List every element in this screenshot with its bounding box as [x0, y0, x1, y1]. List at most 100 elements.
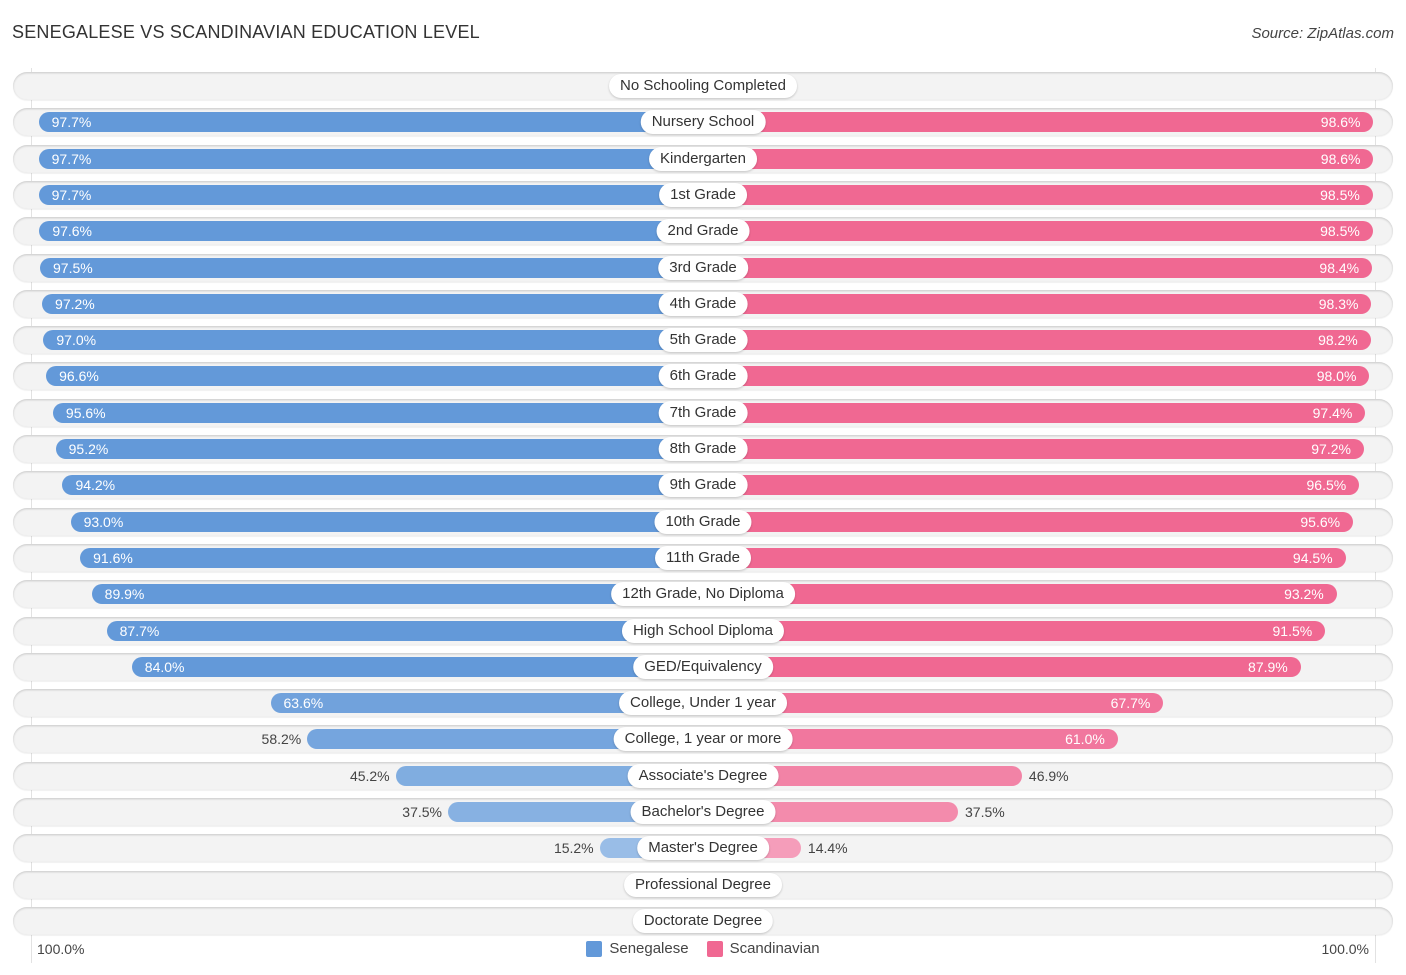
value-label-senegalese: 87.7%: [119, 622, 160, 639]
category-label: Doctorate Degree: [632, 908, 774, 933]
value-label-scandinavian: 91.5%: [1272, 622, 1313, 639]
bar-scandinavian[interactable]: [703, 112, 1374, 133]
bar-senegalese[interactable]: [38, 148, 703, 169]
category-label: GED/Equivalency: [633, 654, 773, 679]
value-label-senegalese: 97.2%: [55, 295, 95, 312]
value-label-senegalese: 97.0%: [56, 332, 97, 349]
value-label-senegalese: 84.0%: [144, 658, 185, 675]
category-label: Associate's Degree: [627, 763, 779, 788]
bar-scandinavian[interactable]: [703, 366, 1370, 387]
value-label-senegalese: 94.2%: [75, 477, 116, 494]
bar-scandinavian[interactable]: [703, 257, 1373, 278]
value-label-scandinavian: 67.7%: [1110, 695, 1151, 712]
value-label-senegalese: 97.7%: [51, 150, 92, 167]
category-label: Professional Degree: [624, 872, 782, 897]
bar-senegalese[interactable]: [62, 475, 703, 496]
bar-scandinavian[interactable]: [703, 402, 1366, 423]
bar-senegalese[interactable]: [39, 221, 703, 242]
chart-area: 2.3%1.5%No Schooling Completed97.7%98.6%…: [0, 0, 1406, 975]
category-label: 2nd Grade: [656, 219, 750, 244]
bar-scandinavian[interactable]: [703, 148, 1374, 169]
category-label: 10th Grade: [654, 509, 752, 534]
legend-swatch-senegalese: [586, 940, 603, 957]
value-label-scandinavian: 94.5%: [1292, 549, 1333, 566]
category-label: 1st Grade: [659, 182, 747, 207]
bar-scandinavian[interactable]: [703, 511, 1354, 532]
legend-item-senegalese[interactable]: Senegalese: [586, 940, 689, 957]
value-label-senegalese: 45.2%: [349, 767, 390, 784]
bar-senegalese[interactable]: [43, 330, 703, 351]
category-label: 6th Grade: [658, 364, 748, 389]
value-label-senegalese: 15.2%: [553, 840, 594, 857]
category-label: Kindergarten: [649, 146, 757, 171]
bar-scandinavian[interactable]: [703, 656, 1301, 677]
legend-item-scandinavian[interactable]: Scandinavian: [706, 940, 820, 957]
category-label: Nursery School: [640, 110, 766, 135]
category-label: 12th Grade, No Diploma: [611, 582, 795, 607]
value-label-senegalese: 97.6%: [52, 223, 93, 240]
legend-label-senegalese: Senegalese: [609, 940, 689, 957]
category-label: 8th Grade: [658, 437, 748, 461]
bar-senegalese[interactable]: [38, 112, 703, 133]
bar-scandinavian[interactable]: [703, 475, 1360, 496]
value-label-senegalese: 37.5%: [402, 804, 442, 820]
category-label: 5th Grade: [658, 328, 748, 353]
category-label: 4th Grade: [658, 291, 748, 316]
value-label-scandinavian: 98.6%: [1320, 114, 1361, 131]
value-label-senegalese: 97.5%: [53, 259, 93, 276]
category-label: 7th Grade: [658, 400, 748, 425]
category-label: College, 1 year or more: [613, 727, 793, 752]
value-label-senegalese: 95.6%: [65, 404, 106, 421]
value-label-scandinavian: 46.9%: [1028, 767, 1069, 784]
bar-scandinavian[interactable]: [703, 584, 1337, 605]
bar-scandinavian[interactable]: [703, 620, 1326, 641]
value-label-senegalese: 95.2%: [68, 441, 109, 457]
value-label-scandinavian: 95.6%: [1300, 513, 1341, 530]
value-label-senegalese: 58.2%: [261, 731, 302, 748]
bar-senegalese[interactable]: [40, 257, 703, 278]
value-label-senegalese: 96.6%: [59, 368, 99, 385]
value-label-scandinavian: 14.4%: [807, 840, 848, 857]
category-label: High School Diploma: [621, 618, 785, 643]
value-label-senegalese: 63.6%: [283, 695, 324, 712]
value-label-scandinavian: 98.2%: [1318, 332, 1358, 349]
bar-senegalese[interactable]: [38, 184, 703, 205]
bar-scandinavian[interactable]: [703, 439, 1364, 459]
category-label: No Schooling Completed: [609, 74, 797, 98]
legend-swatch-scandinavian: [706, 940, 723, 957]
bar-senegalese[interactable]: [55, 439, 703, 459]
bar-scandinavian[interactable]: [703, 184, 1373, 205]
value-label-scandinavian: 96.5%: [1306, 477, 1347, 494]
bar-senegalese[interactable]: [42, 293, 703, 314]
value-label-scandinavian: 97.2%: [1311, 441, 1351, 457]
bar-senegalese[interactable]: [131, 656, 703, 677]
bar-senegalese[interactable]: [70, 511, 703, 532]
bar-scandinavian[interactable]: [703, 330, 1371, 351]
bar-scandinavian[interactable]: [703, 547, 1346, 568]
bar-scandinavian[interactable]: [703, 221, 1373, 242]
value-label-scandinavian: 93.2%: [1284, 586, 1324, 603]
legend-label-scandinavian: Scandinavian: [729, 940, 820, 957]
value-label-scandinavian: 61.0%: [1065, 731, 1105, 748]
category-label: Bachelor's Degree: [630, 800, 776, 824]
value-label-scandinavian: 37.5%: [965, 804, 1005, 820]
value-label-senegalese: 97.7%: [51, 186, 92, 203]
value-label-scandinavian: 98.3%: [1318, 295, 1359, 312]
bar-senegalese[interactable]: [52, 402, 703, 423]
category-label: College, Under 1 year: [619, 691, 787, 716]
value-label-scandinavian: 98.4%: [1319, 259, 1360, 276]
value-label-scandinavian: 98.6%: [1320, 150, 1361, 167]
value-label-senegalese: 93.0%: [83, 513, 124, 530]
bar-scandinavian[interactable]: [703, 293, 1372, 314]
category-label: 3rd Grade: [658, 255, 748, 280]
bar-senegalese[interactable]: [46, 366, 703, 387]
bar-senegalese[interactable]: [106, 620, 703, 641]
category-label: 9th Grade: [658, 473, 748, 498]
value-label-scandinavian: 98.5%: [1320, 223, 1360, 240]
category-label: Master's Degree: [637, 836, 769, 861]
bar-senegalese[interactable]: [80, 547, 703, 568]
value-label-scandinavian: 97.4%: [1312, 404, 1353, 421]
legend: Senegalese Scandinavian: [0, 940, 1406, 957]
category-label: 11th Grade: [655, 545, 751, 570]
value-label-senegalese: 97.7%: [51, 114, 92, 131]
